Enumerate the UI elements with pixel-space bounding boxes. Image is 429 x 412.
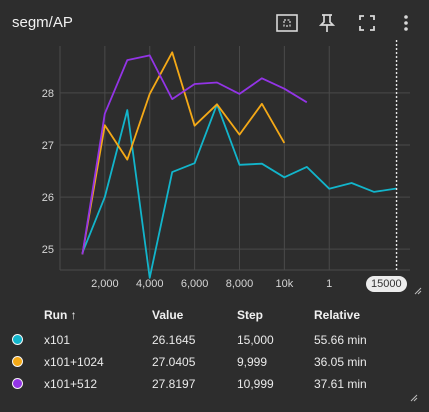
run-step: 10,999 bbox=[237, 377, 274, 391]
y-tick-label: 27 bbox=[42, 140, 54, 152]
x-tick-label: 2,000 bbox=[91, 278, 119, 290]
run-value: 26.1645 bbox=[152, 333, 196, 347]
run-name: x101+1024 bbox=[44, 355, 104, 369]
x-tick-label: 8,000 bbox=[226, 278, 254, 290]
table-header: Run ↑ Value Step Relative bbox=[0, 308, 429, 328]
more-options-button[interactable] bbox=[391, 8, 421, 38]
table-row: x101+1024 27.0405 9,999 36.05 min bbox=[0, 352, 429, 374]
run-relative: 37.61 min bbox=[314, 377, 367, 391]
scalar-card: segm/AP 25 26 27 28 2,000 4,000 6,000 8,000 10k 1… bbox=[0, 0, 429, 412]
header-value: Value bbox=[152, 308, 184, 322]
fullscreen-icon bbox=[359, 15, 375, 31]
chart-resize-handle-icon[interactable] bbox=[414, 287, 422, 295]
run-step: 9,999 bbox=[237, 355, 268, 369]
header-step: Step bbox=[237, 308, 264, 322]
run-color-dot bbox=[12, 356, 23, 367]
run-name: x101 bbox=[44, 333, 71, 347]
x-tick-label: 10k bbox=[275, 278, 293, 290]
more-vert-icon bbox=[404, 15, 408, 31]
pin-button[interactable] bbox=[312, 8, 342, 38]
fit-domain-button[interactable] bbox=[272, 8, 302, 38]
pin-icon bbox=[319, 14, 335, 32]
run-value: 27.8197 bbox=[152, 377, 196, 391]
y-tick-label: 26 bbox=[42, 192, 54, 204]
x-tick-label: 4,000 bbox=[136, 278, 164, 290]
y-tick-label: 28 bbox=[42, 88, 54, 100]
table-row: x101+512 27.8197 10,999 37.61 min bbox=[0, 374, 429, 396]
table-resize-handle-icon[interactable] bbox=[410, 394, 418, 402]
run-color-dot bbox=[12, 378, 23, 389]
fit-domain-icon bbox=[276, 14, 298, 32]
x-tick-label: 6,000 bbox=[181, 278, 209, 290]
cursor-step-badge: 15000 bbox=[366, 276, 407, 292]
x-tick-label: 1 bbox=[326, 278, 332, 290]
y-tick-label: 25 bbox=[42, 244, 54, 256]
run-color-dot bbox=[12, 334, 23, 345]
fullscreen-button[interactable] bbox=[352, 8, 382, 38]
run-step: 15,000 bbox=[237, 333, 274, 347]
series-line bbox=[81, 51, 286, 255]
card-title: segm/AP bbox=[12, 14, 73, 31]
run-name: x101+512 bbox=[44, 377, 98, 391]
table-row: x101 26.1645 15,000 55.66 min bbox=[0, 330, 429, 352]
header-run[interactable]: Run ↑ bbox=[44, 308, 77, 322]
run-value: 27.0405 bbox=[152, 355, 196, 369]
run-relative: 36.05 min bbox=[314, 355, 367, 369]
header-relative: Relative bbox=[314, 308, 361, 322]
line-chart[interactable]: 25 26 27 28 2,000 4,000 6,000 8,000 10k 1 bbox=[0, 40, 429, 300]
run-relative: 55.66 min bbox=[314, 333, 367, 347]
